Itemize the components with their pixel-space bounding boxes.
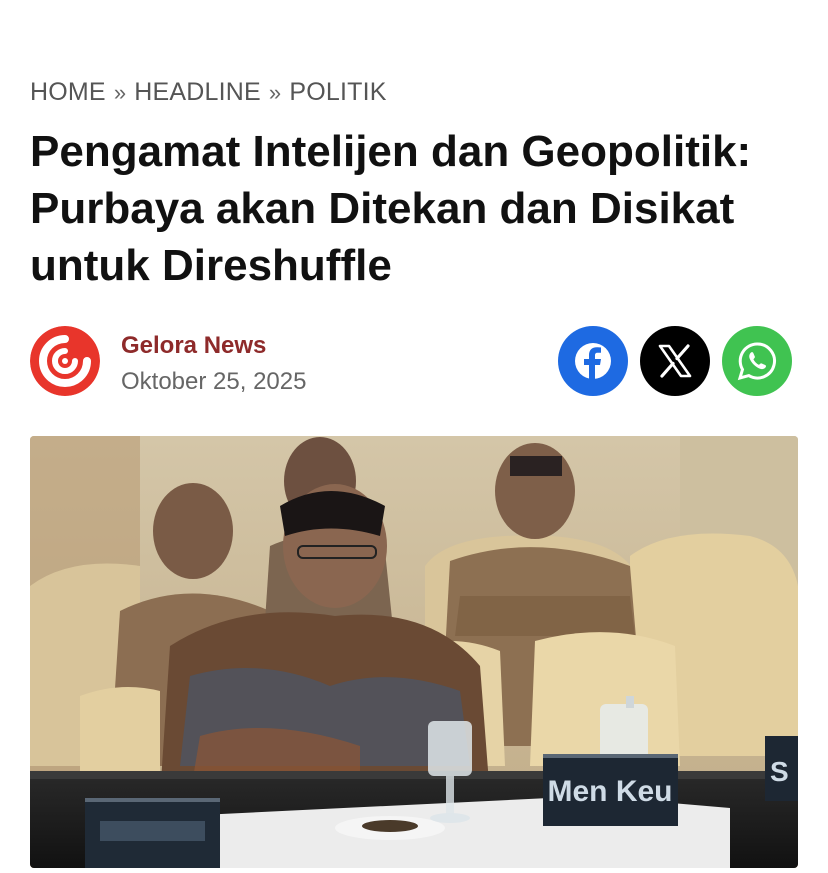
name-plate-menkeu: Men Keu	[547, 775, 672, 808]
x-icon	[658, 344, 692, 378]
article-title: Pengamat Intelijen dan Geopolitik: Purba…	[30, 127, 752, 290]
author-avatar[interactable]	[30, 326, 100, 396]
breadcrumb-headline[interactable]: HEADLINE	[134, 78, 261, 107]
x-share-button[interactable]	[640, 326, 710, 396]
whatsapp-share-button[interactable]	[722, 326, 792, 396]
whatsapp-icon	[737, 342, 776, 381]
name-plate-right: S	[770, 756, 789, 787]
publish-date: Oktober 25, 2025	[121, 368, 307, 395]
gelora-logo-icon	[30, 326, 100, 396]
author-row: Gelora News Oktober 25, 2025	[30, 326, 792, 396]
author-name[interactable]: Gelora News	[121, 332, 266, 360]
facebook-share-button[interactable]	[558, 326, 628, 396]
facebook-icon	[575, 343, 611, 379]
breadcrumb-home[interactable]: HOME	[30, 78, 106, 107]
breadcrumb-separator: »	[268, 79, 282, 105]
photo-illustration: Men Keu S	[30, 436, 798, 868]
breadcrumb: HOME » HEADLINE » POLITIK	[30, 78, 387, 107]
article-photo: Men Keu S	[30, 436, 798, 868]
share-buttons	[558, 326, 792, 396]
breadcrumb-separator: »	[113, 79, 127, 105]
breadcrumb-politik[interactable]: POLITIK	[289, 78, 386, 107]
